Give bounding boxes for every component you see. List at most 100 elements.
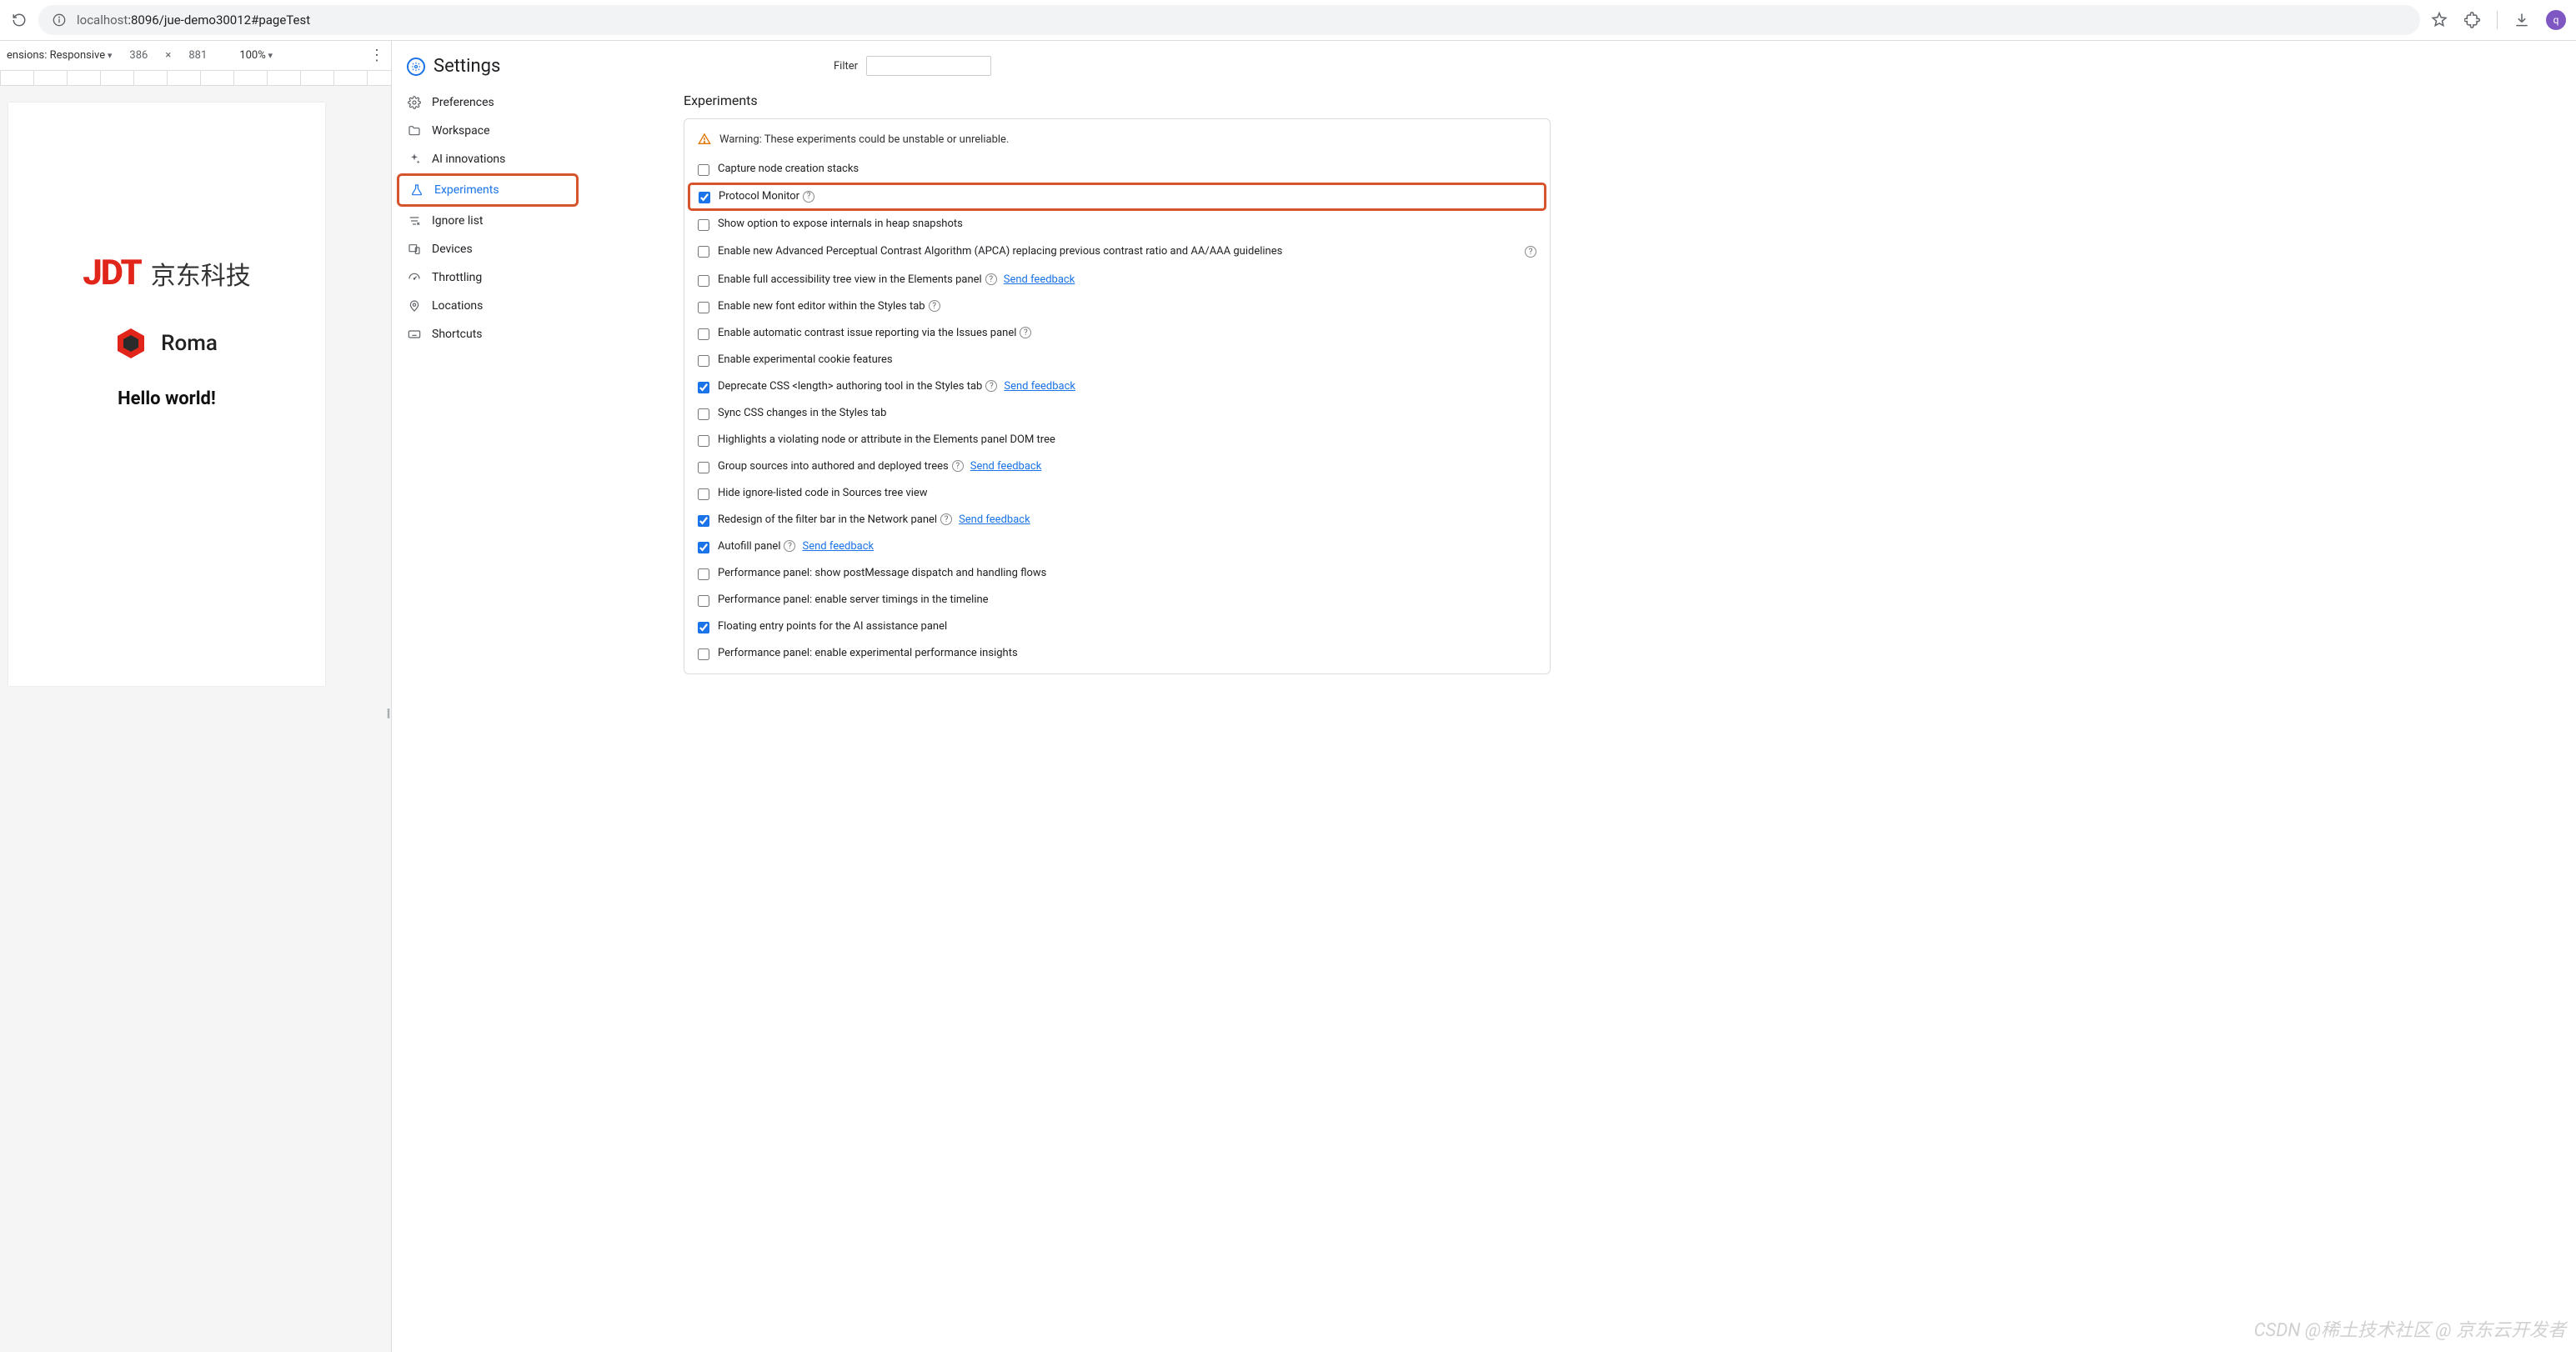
nav-item-ai-innovations[interactable]: AI innovations bbox=[392, 145, 584, 173]
send-feedback-link[interactable]: Send feedback bbox=[970, 460, 1042, 473]
send-feedback-link[interactable]: Send feedback bbox=[802, 540, 874, 553]
experiment-label: Redesign of the filter bar in the Networ… bbox=[718, 513, 1536, 526]
nav-item-locations[interactable]: Locations bbox=[392, 292, 584, 320]
help-circle-icon[interactable]: ? bbox=[952, 460, 964, 472]
experiment-checkbox[interactable] bbox=[698, 408, 709, 420]
help-circle-icon[interactable]: ? bbox=[929, 300, 940, 312]
warning-triangle-icon bbox=[698, 133, 711, 146]
experiment-row: Floating entry points for the AI assista… bbox=[698, 613, 1536, 640]
bookmark-star-icon[interactable] bbox=[2430, 11, 2448, 29]
nav-item-workspace[interactable]: Workspace bbox=[392, 117, 584, 145]
keyboard-icon bbox=[407, 327, 422, 342]
nav-item-label: Devices bbox=[432, 243, 473, 256]
help-circle-icon[interactable]: ? bbox=[784, 540, 795, 552]
experiment-label: Enable new font editor within the Styles… bbox=[718, 300, 1536, 313]
settings-content: Filter Experiments Warning: These experi… bbox=[584, 41, 1584, 1352]
nav-item-shortcuts[interactable]: Shortcuts bbox=[392, 320, 584, 348]
experiment-checkbox[interactable] bbox=[698, 164, 709, 176]
experiment-checkbox[interactable] bbox=[698, 382, 709, 393]
experiment-label: Deprecate CSS <length> authoring tool in… bbox=[718, 380, 1536, 393]
experiment-checkbox[interactable] bbox=[698, 488, 709, 500]
experiment-checkbox[interactable] bbox=[698, 355, 709, 367]
experiment-label: Group sources into authored and deployed… bbox=[718, 460, 1536, 473]
nav-item-devices[interactable]: Devices bbox=[392, 235, 584, 263]
experiment-row: Enable automatic contrast issue reportin… bbox=[698, 320, 1536, 347]
experiment-checkbox[interactable] bbox=[698, 302, 709, 313]
horizontal-ruler bbox=[0, 71, 391, 86]
zoom-dropdown[interactable]: 100% bbox=[239, 49, 273, 62]
experiment-checkbox[interactable] bbox=[698, 462, 709, 473]
experiment-row: Performance panel: show postMessage disp… bbox=[698, 560, 1536, 587]
experiment-checkbox[interactable] bbox=[698, 648, 709, 660]
experiment-checkbox[interactable] bbox=[699, 192, 710, 203]
help-circle-icon[interactable]: ? bbox=[940, 513, 952, 525]
pane-resize-handle[interactable]: || bbox=[384, 697, 391, 730]
experiment-checkbox[interactable] bbox=[698, 328, 709, 340]
viewport-width-input[interactable] bbox=[118, 48, 158, 63]
experiment-row: Show option to expose internals in heap … bbox=[698, 211, 1536, 238]
send-feedback-link[interactable]: Send feedback bbox=[959, 513, 1030, 526]
experiment-row: Capture node creation stacks bbox=[698, 156, 1536, 183]
help-circle-icon[interactable]: ? bbox=[985, 380, 997, 392]
help-circle-icon[interactable]: ? bbox=[803, 191, 814, 203]
help-circle-icon[interactable]: ? bbox=[1525, 246, 1536, 258]
experiment-label: Hide ignore-listed code in Sources tree … bbox=[718, 487, 1536, 499]
experiment-checkbox[interactable] bbox=[698, 515, 709, 527]
experiment-checkbox[interactable] bbox=[698, 275, 709, 287]
experiment-row: Enable new Advanced Perceptual Contrast … bbox=[698, 238, 1536, 267]
experiment-checkbox[interactable] bbox=[698, 435, 709, 447]
nav-item-experiments[interactable]: Experiments bbox=[399, 176, 576, 204]
download-icon[interactable] bbox=[2513, 11, 2531, 29]
filter-input[interactable] bbox=[866, 56, 991, 76]
device-toolbar-menu-icon[interactable]: ⋮ bbox=[369, 47, 384, 64]
viewport-height-input[interactable] bbox=[178, 48, 218, 63]
experiment-checkbox[interactable] bbox=[698, 542, 709, 553]
experiment-row: Group sources into authored and deployed… bbox=[698, 453, 1536, 480]
settings-pane: Settings PreferencesWorkspaceAI innovati… bbox=[392, 41, 2576, 1352]
filter-x-icon bbox=[407, 213, 422, 228]
info-icon[interactable] bbox=[50, 11, 68, 29]
dimension-separator: × bbox=[165, 49, 171, 62]
experiments-card: Warning: These experiments could be unst… bbox=[684, 118, 1551, 674]
toolbar-divider bbox=[2497, 11, 2498, 29]
profile-avatar[interactable]: q bbox=[2546, 10, 2566, 30]
experiment-checkbox[interactable] bbox=[698, 568, 709, 580]
experiment-label: Autofill panel?Send feedback bbox=[718, 540, 1536, 553]
experiment-label: Highlights a violating node or attribute… bbox=[718, 433, 1536, 446]
nav-item-preferences[interactable]: Preferences bbox=[392, 88, 584, 117]
nav-item-throttling[interactable]: Throttling bbox=[392, 263, 584, 292]
gear-icon bbox=[407, 95, 422, 110]
pin-icon bbox=[407, 298, 422, 313]
nav-item-label: Ignore list bbox=[432, 214, 484, 228]
experiment-row: Enable full accessibility tree view in t… bbox=[698, 267, 1536, 293]
extensions-icon[interactable] bbox=[2463, 11, 2482, 29]
experiment-label: Capture node creation stacks bbox=[718, 163, 1536, 175]
experiment-checkbox[interactable] bbox=[698, 219, 709, 231]
send-feedback-link[interactable]: Send feedback bbox=[1004, 380, 1075, 393]
nav-highlight-box: Experiments bbox=[397, 173, 579, 207]
settings-gear-ring-icon bbox=[407, 58, 425, 76]
experiment-row: Autofill panel?Send feedback bbox=[698, 533, 1536, 560]
experiments-warning: Warning: These experiments could be unst… bbox=[698, 129, 1536, 156]
experiment-label: Performance panel: enable experimental p… bbox=[718, 647, 1536, 659]
nav-item-label: Shortcuts bbox=[432, 328, 483, 341]
nav-item-label: Workspace bbox=[432, 124, 490, 138]
url-text: localhost:8096/jue-demo30012#pageTest bbox=[77, 13, 310, 28]
device-preview-pane: ensions: Responsive × 100% ⋮ JDT 京东科技 Ro… bbox=[0, 41, 392, 1352]
address-bar[interactable]: localhost:8096/jue-demo30012#pageTest bbox=[38, 5, 2420, 35]
experiment-checkbox[interactable] bbox=[698, 246, 709, 258]
send-feedback-link[interactable]: Send feedback bbox=[1004, 273, 1075, 286]
experiment-label: Performance panel: show postMessage disp… bbox=[718, 567, 1536, 579]
experiment-row: Enable experimental cookie features bbox=[698, 347, 1536, 373]
experiment-row: Highlights a violating node or attribute… bbox=[698, 427, 1536, 453]
experiment-label: Enable experimental cookie features bbox=[718, 353, 1536, 366]
experiment-row: Deprecate CSS <length> authoring tool in… bbox=[698, 373, 1536, 400]
nav-item-ignore-list[interactable]: Ignore list bbox=[392, 207, 584, 235]
help-circle-icon[interactable]: ? bbox=[1020, 327, 1031, 338]
experiment-checkbox[interactable] bbox=[698, 622, 709, 633]
help-circle-icon[interactable]: ? bbox=[985, 273, 997, 285]
responsive-mode-dropdown[interactable]: ensions: Responsive bbox=[7, 49, 112, 62]
experiment-checkbox[interactable] bbox=[698, 595, 709, 607]
reload-icon[interactable] bbox=[10, 11, 28, 29]
nav-item-label: Experiments bbox=[434, 183, 499, 197]
